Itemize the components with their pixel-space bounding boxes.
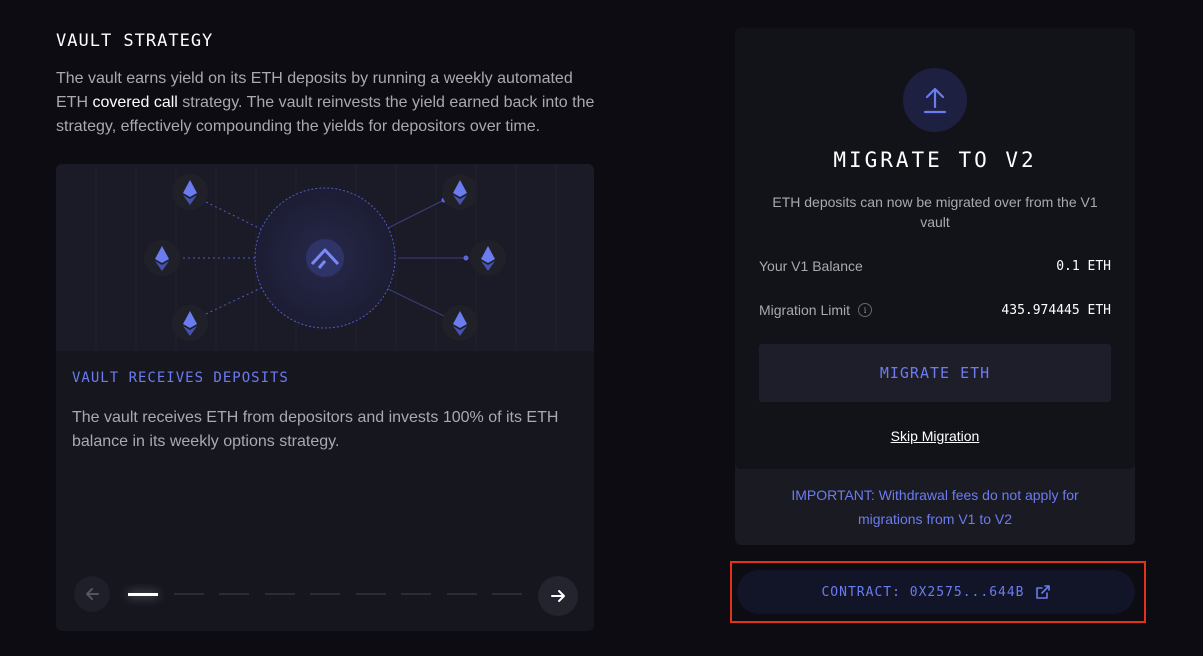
contract-address: CONTRACT: 0X2575...644B <box>821 584 1025 600</box>
limit-label-text: Migration Limit <box>759 302 851 318</box>
info-icon[interactable]: i <box>858 303 873 317</box>
migration-subtitle: ETH deposits can now be migrated over fr… <box>772 194 1098 230</box>
eth-icon <box>144 240 180 276</box>
next-step-button[interactable] <box>538 576 578 616</box>
balance-value: 0.1 ETH <box>1056 259 1111 274</box>
step-dot[interactable] <box>446 593 477 595</box>
migration-title: MIGRATE TO V2 <box>833 148 1037 172</box>
step-dot[interactable] <box>492 593 522 595</box>
arrow-right-icon <box>551 590 565 602</box>
migrate-eth-button[interactable]: MIGRATE ETH <box>759 344 1111 402</box>
card-description: The vault receives ETH from depositors a… <box>72 409 559 450</box>
strategy-card: VAULT RECEIVES DEPOSITS The vault receiv… <box>56 164 594 631</box>
strategy-description: The vault earns yield on its ETH deposit… <box>56 67 596 139</box>
deposit-diagram <box>95 164 557 351</box>
migration-panel: MIGRATE TO V2 ETH deposits can now be mi… <box>735 28 1135 545</box>
limit-value: 435.974445 ETH <box>1001 303 1111 318</box>
eth-icon <box>470 240 506 276</box>
important-notice: IMPORTANT: Withdrawal fees do not apply … <box>791 487 1079 527</box>
section-title: VAULT STRATEGY <box>56 31 214 51</box>
balance-label-text: Your V1 Balance <box>759 258 863 274</box>
ribbon-logo-icon <box>306 239 344 277</box>
balance-label: Your V1 Balance <box>759 258 863 274</box>
upload-badge <box>903 68 967 132</box>
previous-step-button[interactable] <box>74 576 110 612</box>
contract-link[interactable]: CONTRACT: 0X2575...644B <box>737 570 1135 614</box>
arrow-left-icon <box>86 588 99 600</box>
external-link-icon <box>1035 585 1050 599</box>
step-dot[interactable] <box>310 593 340 595</box>
card-title: VAULT RECEIVES DEPOSITS <box>72 370 289 386</box>
step-dot[interactable] <box>173 593 204 595</box>
step-dot[interactable] <box>219 593 249 595</box>
step-dot[interactable] <box>264 593 295 595</box>
upload-icon <box>923 87 947 114</box>
eth-icon <box>172 305 208 341</box>
step-dot[interactable] <box>401 593 431 595</box>
covered-call-link[interactable]: covered call <box>92 94 177 111</box>
step-dot[interactable] <box>128 593 158 596</box>
strategy-illustration <box>56 164 594 351</box>
step-dot[interactable] <box>355 593 386 595</box>
skip-migration-link[interactable]: Skip Migration <box>735 428 1135 444</box>
eth-icon <box>442 305 478 341</box>
limit-label: Migration Limit i <box>759 302 873 318</box>
eth-icon <box>442 174 478 210</box>
migration-card: MIGRATE TO V2 ETH deposits can now be mi… <box>735 28 1135 469</box>
eth-icon <box>172 174 208 210</box>
